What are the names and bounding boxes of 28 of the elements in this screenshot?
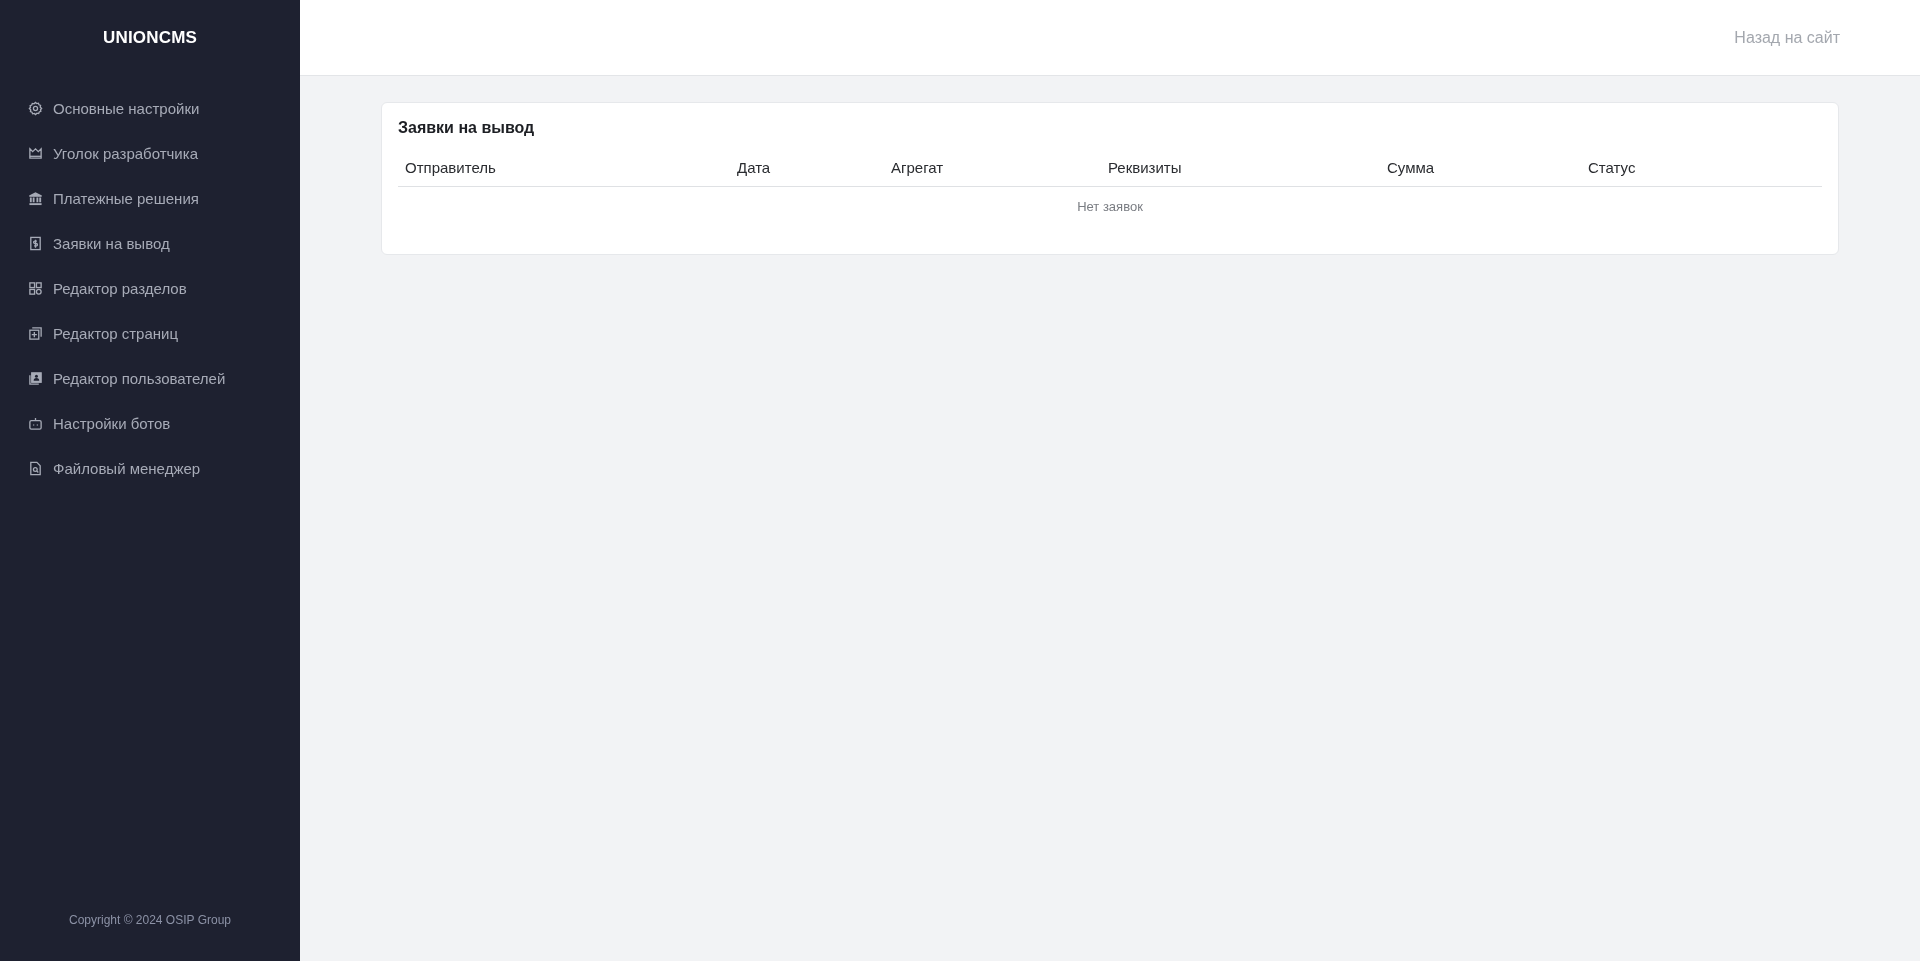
- column-header: Статус: [1587, 158, 1637, 178]
- gear-icon: [28, 101, 43, 116]
- column-header: Дата: [736, 158, 772, 178]
- column-header: Отправитель: [404, 158, 497, 178]
- sidebar-item[interactable]: Редактор пользователей: [28, 356, 226, 401]
- logo: UNIONCMS: [102, 27, 198, 49]
- grid-icon: [28, 281, 43, 296]
- sidebar-item[interactable]: Редактор разделов: [28, 266, 187, 311]
- crown-icon: [28, 146, 43, 161]
- sidebar-item[interactable]: Редактор страниц: [28, 311, 179, 356]
- empty-message: Нет заявок: [1076, 198, 1144, 214]
- sidebar-item[interactable]: Заявки на вывод: [28, 221, 170, 266]
- robot-icon: [28, 416, 43, 431]
- sidebar-item[interactable]: Настройки ботов: [28, 401, 171, 446]
- sidebar-item[interactable]: Уголок разработчика: [28, 131, 198, 176]
- sidebar-item[interactable]: Файловый менеджер: [28, 446, 201, 491]
- copyright-text: Copyright © 2024 OSIP Group: [68, 913, 231, 927]
- user-card-icon: [28, 371, 43, 386]
- column-header: Сумма: [1386, 158, 1436, 178]
- receipt-icon: [28, 236, 43, 251]
- sidebar-item[interactable]: Основные настройки: [28, 86, 200, 131]
- bank-icon: [28, 191, 43, 206]
- column-header: Реквизиты: [1107, 158, 1183, 178]
- column-header: Агрегат: [890, 158, 945, 178]
- pages-icon: [28, 326, 43, 341]
- card-title: Заявки на вывод: [398, 119, 536, 137]
- file-search-icon: [28, 461, 43, 476]
- sidebar-item[interactable]: Платежные решения: [28, 176, 199, 221]
